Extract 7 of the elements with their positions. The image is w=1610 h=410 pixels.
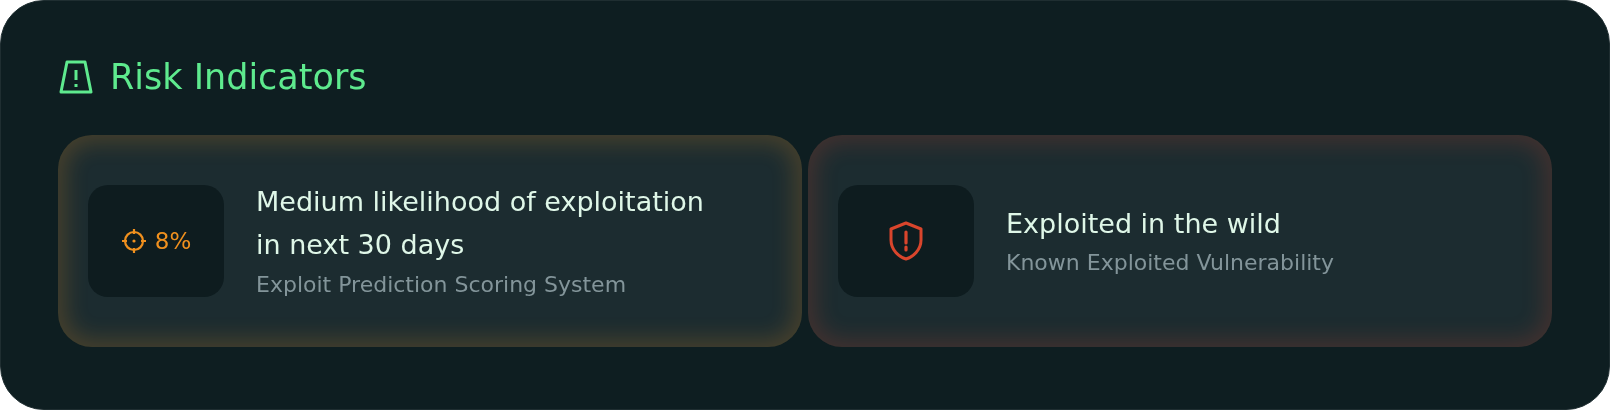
indicator-title: Exploited in the wild (1006, 206, 1282, 241)
warning-icon (58, 59, 94, 95)
indicator-subtitle: Known Exploited Vulnerability (1006, 249, 1334, 277)
section-title: Risk Indicators (110, 59, 367, 95)
probability-value: 8% (154, 226, 192, 256)
indicator-subtitle: Exploit Prediction Scoring System (256, 270, 628, 299)
indicator-title: Medium likelihood of exploitation in next 30 days (256, 185, 705, 263)
